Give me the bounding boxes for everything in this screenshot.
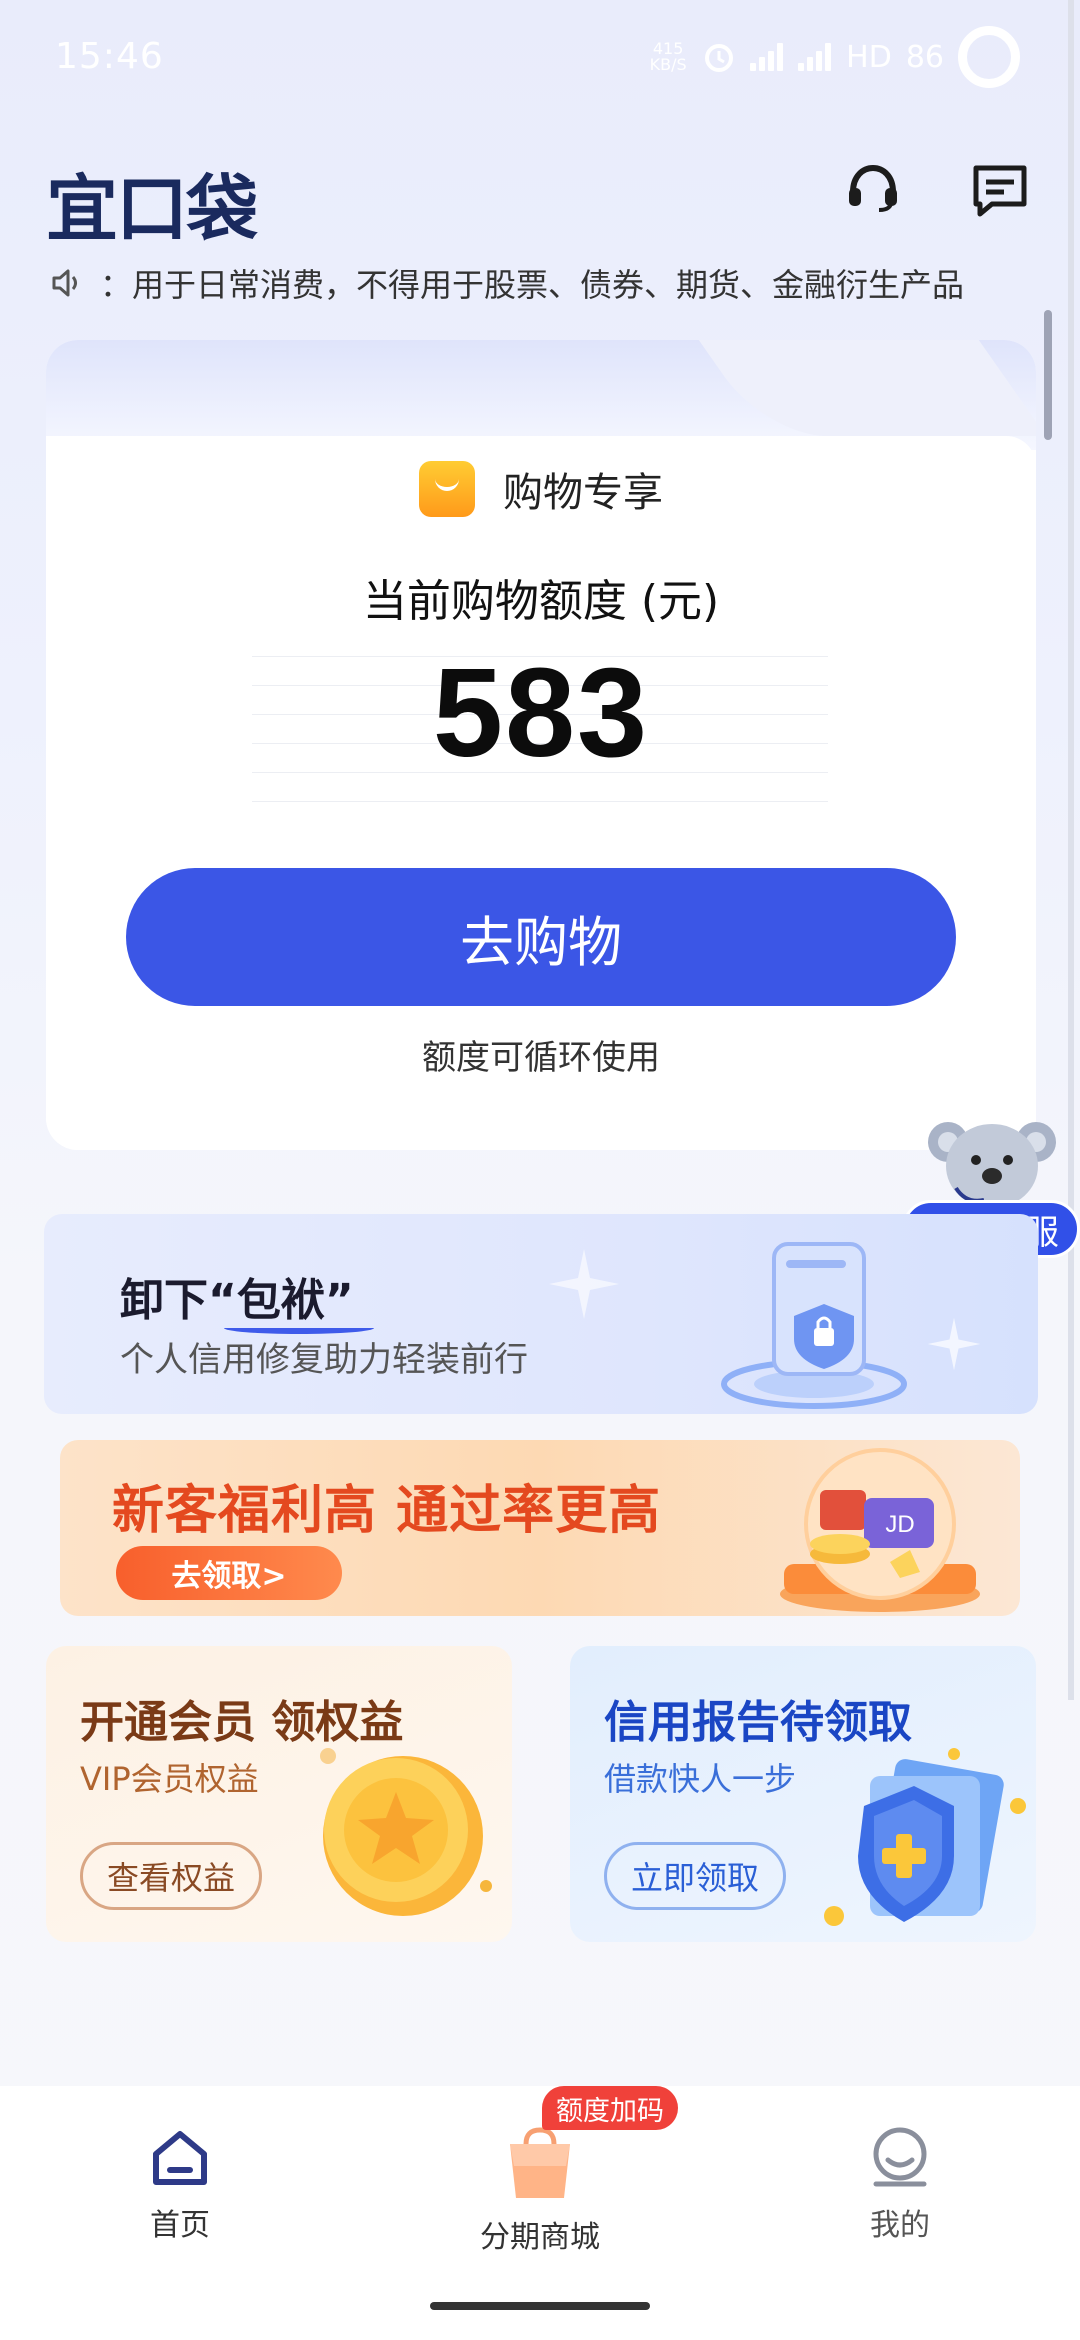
quota-reusable-note: 额度可循环使用 <box>422 1038 660 1078</box>
banner-title: 卸下“包袱” <box>120 1275 354 1326</box>
scrollbar[interactable] <box>1044 310 1052 440</box>
shop-exclusive-label: 购物专享 <box>503 470 663 516</box>
signal-icon <box>798 43 832 71</box>
message-button[interactable] <box>965 155 1035 225</box>
app-logo: 宜口袋 <box>46 167 258 251</box>
shop-exclusive-row: 购物专享 <box>46 460 1036 518</box>
home-indicator[interactable] <box>430 2302 650 2310</box>
nav-label: 分期商城 <box>480 2220 600 2255</box>
quota-label: 当前购物额度 (元) <box>362 576 720 627</box>
battery-level: 86 <box>905 39 944 75</box>
banner-subtitle: 个人信用修复助力轻装前行 <box>120 1340 528 1380</box>
alarm-icon <box>705 44 734 72</box>
claim-now-button[interactable]: 立即领取 <box>604 1842 787 1910</box>
notice-marquee[interactable]: ：用于日常消费，不得用于股票、债券、期货、金融衍生产品 <box>50 258 1030 308</box>
card-subtitle: 借款快人一步 <box>604 1760 797 1798</box>
message-icon <box>973 165 1027 217</box>
nav-label: 我的 <box>870 2208 930 2243</box>
status-bar: 15:46 415 KB/S HD 86 <box>0 0 1080 120</box>
shopping-bag-icon <box>510 2127 570 2198</box>
quota-amount: 583 <box>432 642 650 783</box>
nav-item-home[interactable]: 首页 <box>70 2126 290 2244</box>
net-speed: 415 KB/S <box>649 39 687 74</box>
svg-text:JD: JD <box>885 1511 914 1538</box>
new-user-benefit-banner[interactable]: 新客福利高 通过率更高 去领取> JD <box>60 1440 1020 1616</box>
phone-shield-illustration-icon <box>721 1242 907 1409</box>
star-coin-icon <box>320 1748 492 1916</box>
sparkle-icon <box>549 1249 619 1319</box>
credit-report-card[interactable]: 信用报告待领取 借款快人一步 立即领取 <box>570 1646 1036 1942</box>
profile-icon <box>873 2127 927 2187</box>
credit-repair-banner[interactable]: 卸下“包袱” 个人信用修复助力轻装前行 <box>44 1214 1038 1414</box>
view-benefits-button[interactable]: 查看权益 <box>80 1842 263 1910</box>
scroll-track <box>1068 0 1074 1700</box>
signal-icon <box>750 43 784 71</box>
vip-benefit-card[interactable]: 开通会员 领权益 VIP会员权益 查看权益 <box>46 1646 512 1942</box>
quota-card: 购物专享 当前购物额度 (元) 583 去购物 额度可循环使用 <box>46 340 1036 1150</box>
nav-item-mall[interactable]: 分期商城 <box>430 2126 650 2256</box>
status-icons: 415 KB/S HD 86 <box>648 22 1020 92</box>
shield-report-icon <box>824 1748 1026 1926</box>
customer-service-button[interactable] <box>838 155 908 225</box>
notice-text: ：用于日常消费，不得用于股票、债券、期货、金融衍生产品 <box>100 266 965 304</box>
card-subtitle: VIP会员权益 <box>80 1760 259 1798</box>
card-title: 信用报告待领取 <box>604 1697 912 1748</box>
speaker-icon <box>52 269 77 297</box>
headset-icon <box>849 164 897 212</box>
home-icon <box>153 2131 207 2185</box>
claim-button[interactable]: 去领取> <box>116 1546 342 1600</box>
status-time: 15:46 <box>55 36 164 77</box>
shopping-bag-icon <box>419 461 475 517</box>
nav-label: 首页 <box>150 2208 210 2243</box>
hd-label: HD <box>846 39 892 75</box>
sparkle-icon <box>927 1317 981 1371</box>
go-shopping-button[interactable]: 去购物 <box>126 868 956 1006</box>
nav-item-profile[interactable]: 我的 <box>790 2126 1010 2244</box>
quota-boost-badge: 额度加码 <box>542 2086 678 2130</box>
gift-globe-illustration-icon: JD <box>780 1448 980 1612</box>
battery-ring-icon <box>958 26 1020 88</box>
banner-title: 新客福利高 通过率更高 <box>112 1481 662 1541</box>
